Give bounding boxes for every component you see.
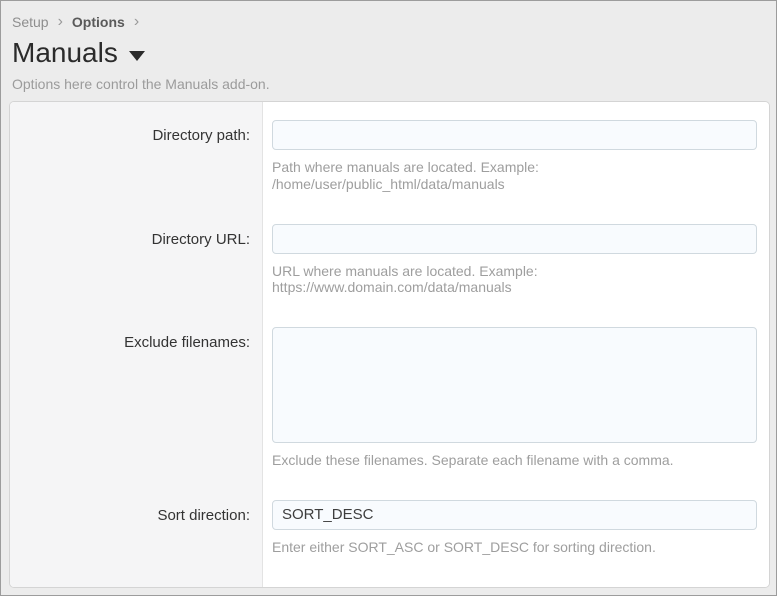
field-label: Directory path: xyxy=(10,120,263,144)
options-form-panel: Directory path: Path where manuals are l… xyxy=(9,101,770,588)
exclude-filenames-textarea[interactable] xyxy=(272,327,757,443)
page-subtitle: Options here control the Manuals add-on. xyxy=(12,76,766,92)
form-row: Exclude filenames: Exclude these filenam… xyxy=(10,327,769,500)
field-help-text: Enter either SORT_ASC or SORT_DESC for s… xyxy=(272,539,757,556)
form-footer: Save xyxy=(10,587,769,588)
form-row: Directory path: Path where manuals are l… xyxy=(10,120,769,224)
form-row: Directory URL: URL where manuals are loc… xyxy=(10,224,769,328)
page-header: Setup › Options › Manuals Options here c… xyxy=(1,1,776,92)
field-label: Exclude filenames: xyxy=(10,327,263,351)
directory-url-input[interactable] xyxy=(272,224,757,254)
chevron-right-icon: › xyxy=(58,14,63,30)
directory-path-input[interactable] xyxy=(272,120,757,150)
breadcrumb: Setup › Options › xyxy=(12,14,766,30)
caret-down-icon xyxy=(129,51,145,61)
field-help-text: Exclude these filenames. Separate each f… xyxy=(272,452,757,469)
field-help-text: URL where manuals are located. Example: … xyxy=(272,263,757,297)
field-content: URL where manuals are located. Example: … xyxy=(263,224,769,328)
field-content: Path where manuals are located. Example:… xyxy=(263,120,769,224)
sort-direction-input[interactable] xyxy=(272,500,757,530)
field-content: Exclude these filenames. Separate each f… xyxy=(263,327,769,500)
field-label: Directory URL: xyxy=(10,224,263,248)
form-row: Sort direction: Enter either SORT_ASC or… xyxy=(10,500,769,587)
breadcrumb-options-link[interactable]: Options xyxy=(72,14,125,30)
page-title: Manuals xyxy=(12,38,118,69)
field-label: Sort direction: xyxy=(10,500,263,524)
form-area: Directory path: Path where manuals are l… xyxy=(10,102,769,587)
addon-selector-dropdown[interactable]: Manuals xyxy=(12,38,145,69)
field-content: Enter either SORT_ASC or SORT_DESC for s… xyxy=(263,500,769,587)
breadcrumb-setup-link[interactable]: Setup xyxy=(12,14,49,30)
chevron-right-icon: › xyxy=(134,14,139,30)
manuals-options-page: Setup › Options › Manuals Options here c… xyxy=(0,0,777,596)
field-help-text: Path where manuals are located. Example:… xyxy=(272,159,757,193)
